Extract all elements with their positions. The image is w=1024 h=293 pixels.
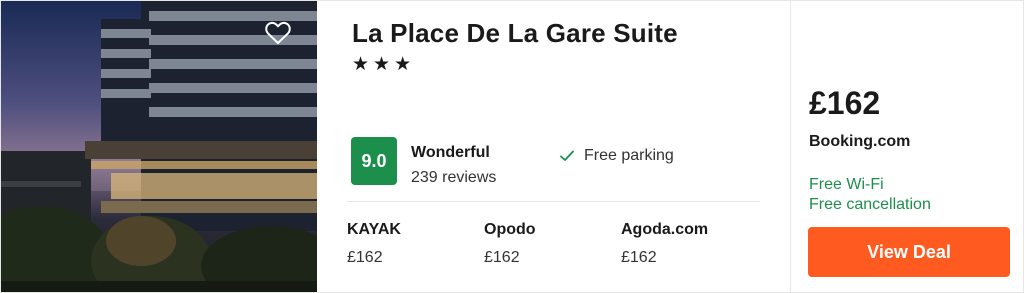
hotel-info: La Place De La Gare Suite ★★★ 9.0 Wonder… <box>317 1 791 292</box>
best-price-seller: Booking.com <box>809 133 911 150</box>
provider-name: KAYAK <box>347 221 401 238</box>
heart-outline-icon <box>265 21 291 44</box>
provider-agoda[interactable]: Agoda.com £162 <box>621 221 751 267</box>
view-deal-button[interactable]: View Deal <box>808 227 1010 277</box>
provider-price: £162 <box>621 249 657 266</box>
review-score-label: Wonderful <box>411 144 490 161</box>
provider-kayak[interactable]: KAYAK £162 <box>347 221 477 267</box>
provider-opodo[interactable]: Opodo £162 <box>484 221 614 267</box>
amenity-free-parking: Free parking <box>560 147 674 165</box>
checkmark-icon <box>560 150 574 161</box>
divider <box>347 201 760 202</box>
amenity-label: Free parking <box>584 147 674 164</box>
star-rating: ★★★ <box>352 54 416 75</box>
favorite-button[interactable] <box>265 21 293 49</box>
provider-price: £162 <box>484 249 520 266</box>
review-score-badge: 9.0 <box>351 137 397 185</box>
provider-name: Opodo <box>484 221 536 238</box>
perk-free-cancellation: Free cancellation <box>809 196 931 213</box>
review-count[interactable]: 239 reviews <box>411 169 496 187</box>
provider-price: £162 <box>347 249 383 266</box>
best-deal-panel: £162 Booking.com Free Wi-Fi Free cancell… <box>791 1 1023 292</box>
hotel-result-card[interactable]: La Place De La Gare Suite ★★★ 9.0 Wonder… <box>0 0 1024 293</box>
best-price: £162 <box>809 85 881 121</box>
provider-name: Agoda.com <box>621 221 709 238</box>
hotel-name[interactable]: La Place De La Gare Suite <box>352 18 678 49</box>
hotel-photo[interactable] <box>1 1 317 292</box>
perk-free-wifi: Free Wi-Fi <box>809 176 884 193</box>
